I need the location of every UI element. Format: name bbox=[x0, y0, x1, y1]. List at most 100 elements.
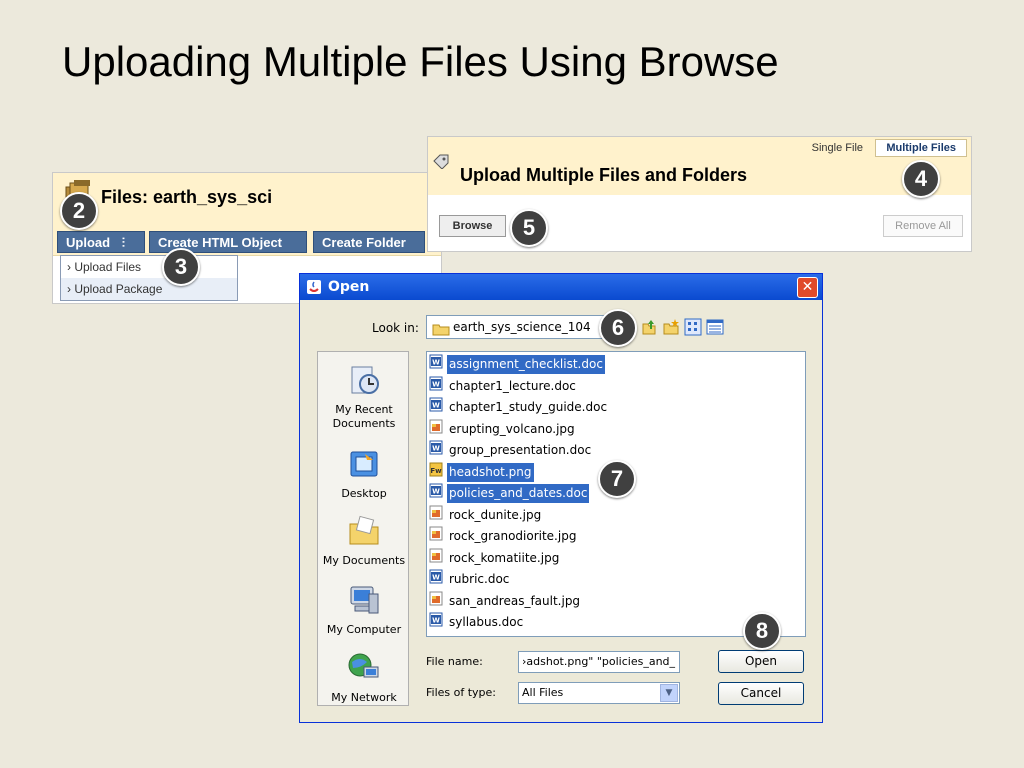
file-list-item[interactable]: san_andreas_fault.jpg bbox=[429, 591, 582, 610]
word-document-icon: W bbox=[429, 376, 443, 397]
file-list-item[interactable]: Wpolicies_and_dates.doc bbox=[429, 483, 590, 504]
my-computer-icon bbox=[318, 584, 410, 620]
place-my-network[interactable]: My Network bbox=[318, 652, 410, 705]
place-my-documents[interactable]: My Documents bbox=[318, 515, 410, 568]
svg-text:W: W bbox=[432, 488, 440, 496]
fireworks-file-icon: Fw bbox=[429, 462, 443, 483]
java-icon bbox=[306, 279, 322, 299]
svg-text:W: W bbox=[432, 574, 440, 582]
open-button[interactable]: Open bbox=[718, 650, 804, 673]
place-recent-documents-label: My Recent Documents bbox=[332, 403, 396, 430]
svg-text:W: W bbox=[432, 380, 440, 388]
dialog-title: Open bbox=[328, 279, 370, 295]
upload-files-item[interactable]: › Upload Files bbox=[61, 256, 237, 278]
file-name-input[interactable]: ›adshot.png" "policies_and_ bbox=[518, 651, 680, 673]
open-dialog: Open ✕ Look in: earth_sys_science_104 My… bbox=[299, 273, 823, 723]
word-document-icon: W bbox=[429, 397, 443, 418]
desktop-icon bbox=[318, 448, 410, 484]
word-document-icon: W bbox=[429, 483, 443, 504]
image-file-icon bbox=[429, 419, 443, 440]
tab-single-file[interactable]: Single File bbox=[812, 142, 863, 154]
dialog-nav-icons bbox=[640, 318, 724, 336]
file-name: rock_komatiite.jpg bbox=[449, 550, 560, 565]
place-desktop[interactable]: Desktop bbox=[318, 448, 410, 501]
svg-text:Fw: Fw bbox=[430, 467, 442, 475]
place-my-network-label: My Network bbox=[331, 691, 397, 704]
list-view-icon[interactable] bbox=[684, 318, 702, 336]
multi-upload-title: Upload Multiple Files and Folders bbox=[460, 165, 748, 185]
place-my-computer[interactable]: My Computer bbox=[318, 584, 410, 637]
browse-button[interactable]: Browse bbox=[439, 215, 506, 237]
svg-text:W: W bbox=[432, 617, 440, 625]
file-list-item[interactable]: Wchapter1_lecture.doc bbox=[429, 376, 578, 395]
file-name: chapter1_lecture.doc bbox=[449, 378, 576, 393]
multi-upload-header: Upload Multiple Files and Folders Single… bbox=[428, 137, 971, 195]
file-list-item[interactable]: Wassignment_checklist.doc bbox=[429, 354, 605, 375]
file-list-item[interactable]: rock_granodiorite.jpg bbox=[429, 526, 578, 545]
file-list-item[interactable]: rock_dunite.jpg bbox=[429, 505, 543, 524]
look-in-select[interactable]: earth_sys_science_104 bbox=[426, 315, 616, 339]
upload-package-item[interactable]: › Upload Package bbox=[61, 278, 237, 300]
new-folder-icon[interactable] bbox=[662, 318, 680, 336]
word-document-icon: W bbox=[429, 569, 443, 590]
places-bar: My Recent Documents Desktop My Documents… bbox=[317, 351, 409, 706]
word-document-icon: W bbox=[429, 440, 443, 461]
upload-files-label: Upload Files bbox=[74, 260, 142, 274]
cancel-button[interactable]: Cancel bbox=[718, 682, 804, 705]
look-in-label: Look in: bbox=[372, 321, 419, 335]
up-folder-icon[interactable] bbox=[640, 318, 658, 336]
file-list-item[interactable]: Wchapter1_study_guide.doc bbox=[429, 397, 609, 416]
tab-multiple-files[interactable]: Multiple Files bbox=[875, 139, 967, 157]
file-name: headshot.png bbox=[447, 462, 534, 482]
file-type-select[interactable]: All Files ▼ bbox=[518, 682, 680, 704]
chevron-down-icon[interactable]: ▼ bbox=[660, 684, 678, 702]
svg-text:W: W bbox=[432, 445, 440, 453]
file-list-item[interactable]: Wsyllabus.doc bbox=[429, 612, 525, 631]
callout-badge-4: 4 bbox=[902, 160, 940, 198]
file-list-item[interactable]: Wgroup_presentation.doc bbox=[429, 440, 593, 459]
callout-badge-5: 5 bbox=[510, 209, 548, 247]
details-view-icon[interactable] bbox=[706, 318, 724, 336]
word-document-icon: W bbox=[429, 354, 443, 375]
upload-menu: › Upload Files › Upload Package bbox=[60, 255, 238, 301]
image-file-icon bbox=[429, 591, 443, 612]
place-my-documents-label: My Documents bbox=[322, 554, 406, 567]
remove-all-button[interactable]: Remove All bbox=[883, 215, 963, 237]
file-name: san_andreas_fault.jpg bbox=[449, 593, 581, 608]
callout-badge-6: 6 bbox=[599, 309, 637, 347]
my-documents-icon bbox=[318, 515, 410, 551]
upload-button[interactable]: Upload ⫶ bbox=[57, 231, 145, 253]
file-name: policies_and_dates.doc bbox=[447, 484, 590, 503]
upload-package-label: Upload Package bbox=[74, 282, 163, 296]
tag-icon bbox=[432, 153, 452, 174]
close-button[interactable]: ✕ bbox=[797, 277, 818, 298]
file-name: chapter1_study_guide.doc bbox=[449, 400, 608, 414]
file-list-item[interactable]: Wrubric.doc bbox=[429, 569, 511, 588]
my-network-icon bbox=[318, 652, 410, 688]
file-list-item[interactable]: rock_komatiite.jpg bbox=[429, 548, 561, 567]
slide-title: Uploading Multiple Files Using Browse bbox=[62, 38, 779, 85]
image-file-icon bbox=[429, 505, 443, 526]
file-name: group_presentation.doc bbox=[449, 443, 592, 457]
look-in-value: earth_sys_science_104 bbox=[453, 320, 591, 334]
files-header: Files: earth_sys_sci bbox=[53, 173, 441, 229]
create-folder-button[interactable]: Create Folder bbox=[313, 231, 425, 253]
word-document-icon: W bbox=[429, 612, 443, 633]
place-recent-documents[interactable]: My Recent Documents bbox=[318, 364, 410, 431]
file-name: rock_granodiorite.jpg bbox=[449, 529, 577, 543]
image-file-icon bbox=[429, 526, 443, 547]
file-name: rock_dunite.jpg bbox=[449, 507, 542, 522]
file-name: rubric.doc bbox=[449, 572, 510, 586]
dialog-titlebar: Open ✕ bbox=[300, 274, 822, 300]
file-list-item[interactable]: Fw headshot.png bbox=[429, 462, 534, 483]
place-my-computer-label: My Computer bbox=[326, 623, 402, 636]
file-name: erupting_volcano.jpg bbox=[449, 421, 575, 436]
callout-badge-2: 2 bbox=[60, 192, 98, 230]
file-name: assignment_checklist.doc bbox=[447, 355, 605, 374]
chevron-down-icon: ⫶ bbox=[121, 235, 125, 250]
callout-badge-7: 7 bbox=[598, 460, 636, 498]
files-title: Files: earth_sys_sci bbox=[101, 187, 273, 207]
svg-text:W: W bbox=[432, 359, 440, 367]
multi-upload-panel: Upload Multiple Files and Folders Single… bbox=[427, 136, 972, 252]
file-list-item[interactable]: erupting_volcano.jpg bbox=[429, 419, 577, 438]
